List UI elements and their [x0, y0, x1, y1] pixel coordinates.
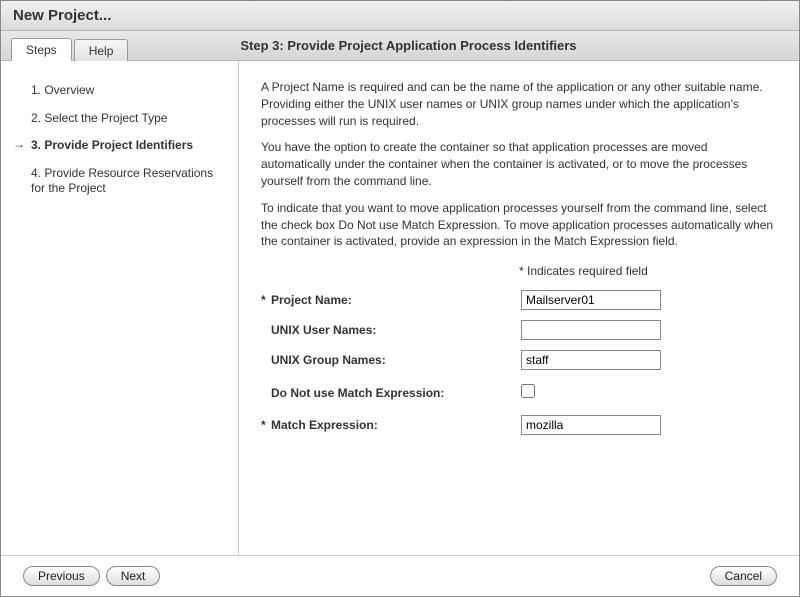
window-title: New Project... — [1, 1, 799, 31]
label-unix-users: UNIX User Names: — [261, 323, 521, 337]
sidebar-item-resource-reservations[interactable]: 4. Provide Resource Reservations for the… — [13, 160, 228, 203]
step-title: Step 3: Provide Project Application Proc… — [130, 38, 789, 53]
body: 1. Overview 2. Select the Project Type 3… — [1, 61, 799, 555]
desc-paragraph: A Project Name is required and can be th… — [261, 79, 777, 129]
steps-sidebar: 1. Overview 2. Select the Project Type 3… — [1, 61, 239, 555]
sidebar-item-label: 3. Provide Project Identifiers — [31, 138, 193, 152]
button-label: Previous — [38, 569, 85, 583]
sidebar-item-project-type[interactable]: 2. Select the Project Type — [13, 105, 228, 133]
row-project-name: *Project Name: — [261, 290, 777, 310]
wizard-window: New Project... Steps Help Step 3: Provid… — [0, 0, 800, 597]
row-match-expr: *Match Expression: — [261, 415, 777, 435]
next-button[interactable]: Next — [106, 566, 161, 586]
label-text: Do Not use Match Expression: — [271, 386, 444, 400]
label-text: UNIX Group Names: — [271, 353, 386, 367]
label-text: Project Name: — [271, 293, 352, 307]
button-label: Next — [121, 569, 146, 583]
row-unix-users: UNIX User Names: — [261, 320, 777, 340]
cancel-button[interactable]: Cancel — [710, 566, 777, 586]
row-unix-groups: UNIX Group Names: — [261, 350, 777, 370]
label-match-expr: *Match Expression: — [261, 418, 521, 432]
button-label: Cancel — [725, 569, 762, 583]
sidebar-item-label: 4. Provide Resource Reservations for the… — [31, 166, 213, 196]
unix-user-names-input[interactable] — [521, 320, 661, 340]
tab-steps-label: Steps — [26, 43, 57, 57]
wizard-footer: Previous Next Cancel — [1, 555, 799, 596]
desc-paragraph: You have the option to create the contai… — [261, 139, 777, 189]
form: *Project Name: UNIX User Names: UNIX Gro… — [261, 290, 777, 445]
sidebar-item-overview[interactable]: 1. Overview — [13, 77, 228, 105]
row-no-match: Do Not use Match Expression: — [261, 384, 777, 401]
main-panel: A Project Name is required and can be th… — [239, 61, 799, 555]
unix-group-names-input[interactable] — [521, 350, 661, 370]
desc-paragraph: To indicate that you want to move applic… — [261, 200, 777, 250]
tab-help[interactable]: Help — [74, 39, 129, 61]
match-expression-input[interactable] — [521, 415, 661, 435]
label-project-name: *Project Name: — [261, 293, 521, 307]
header-row: Steps Help Step 3: Provide Project Appli… — [1, 31, 799, 61]
label-text: Match Expression: — [271, 418, 378, 432]
tab-help-label: Help — [89, 44, 114, 58]
project-name-input[interactable] — [521, 290, 661, 310]
previous-button[interactable]: Previous — [23, 566, 100, 586]
sidebar-item-project-identifiers[interactable]: 3. Provide Project Identifiers — [13, 132, 228, 160]
required-field-note: * Indicates required field — [261, 264, 777, 278]
label-no-match: Do Not use Match Expression: — [261, 386, 521, 400]
label-text: UNIX User Names: — [271, 323, 376, 337]
tab-bar: Steps Help — [11, 31, 130, 60]
step-description: A Project Name is required and can be th… — [261, 79, 777, 260]
do-not-use-match-checkbox[interactable] — [521, 384, 535, 398]
label-unix-groups: UNIX Group Names: — [261, 353, 521, 367]
tab-steps[interactable]: Steps — [11, 38, 72, 61]
sidebar-item-label: 2. Select the Project Type — [31, 111, 168, 125]
sidebar-item-label: 1. Overview — [31, 83, 94, 97]
